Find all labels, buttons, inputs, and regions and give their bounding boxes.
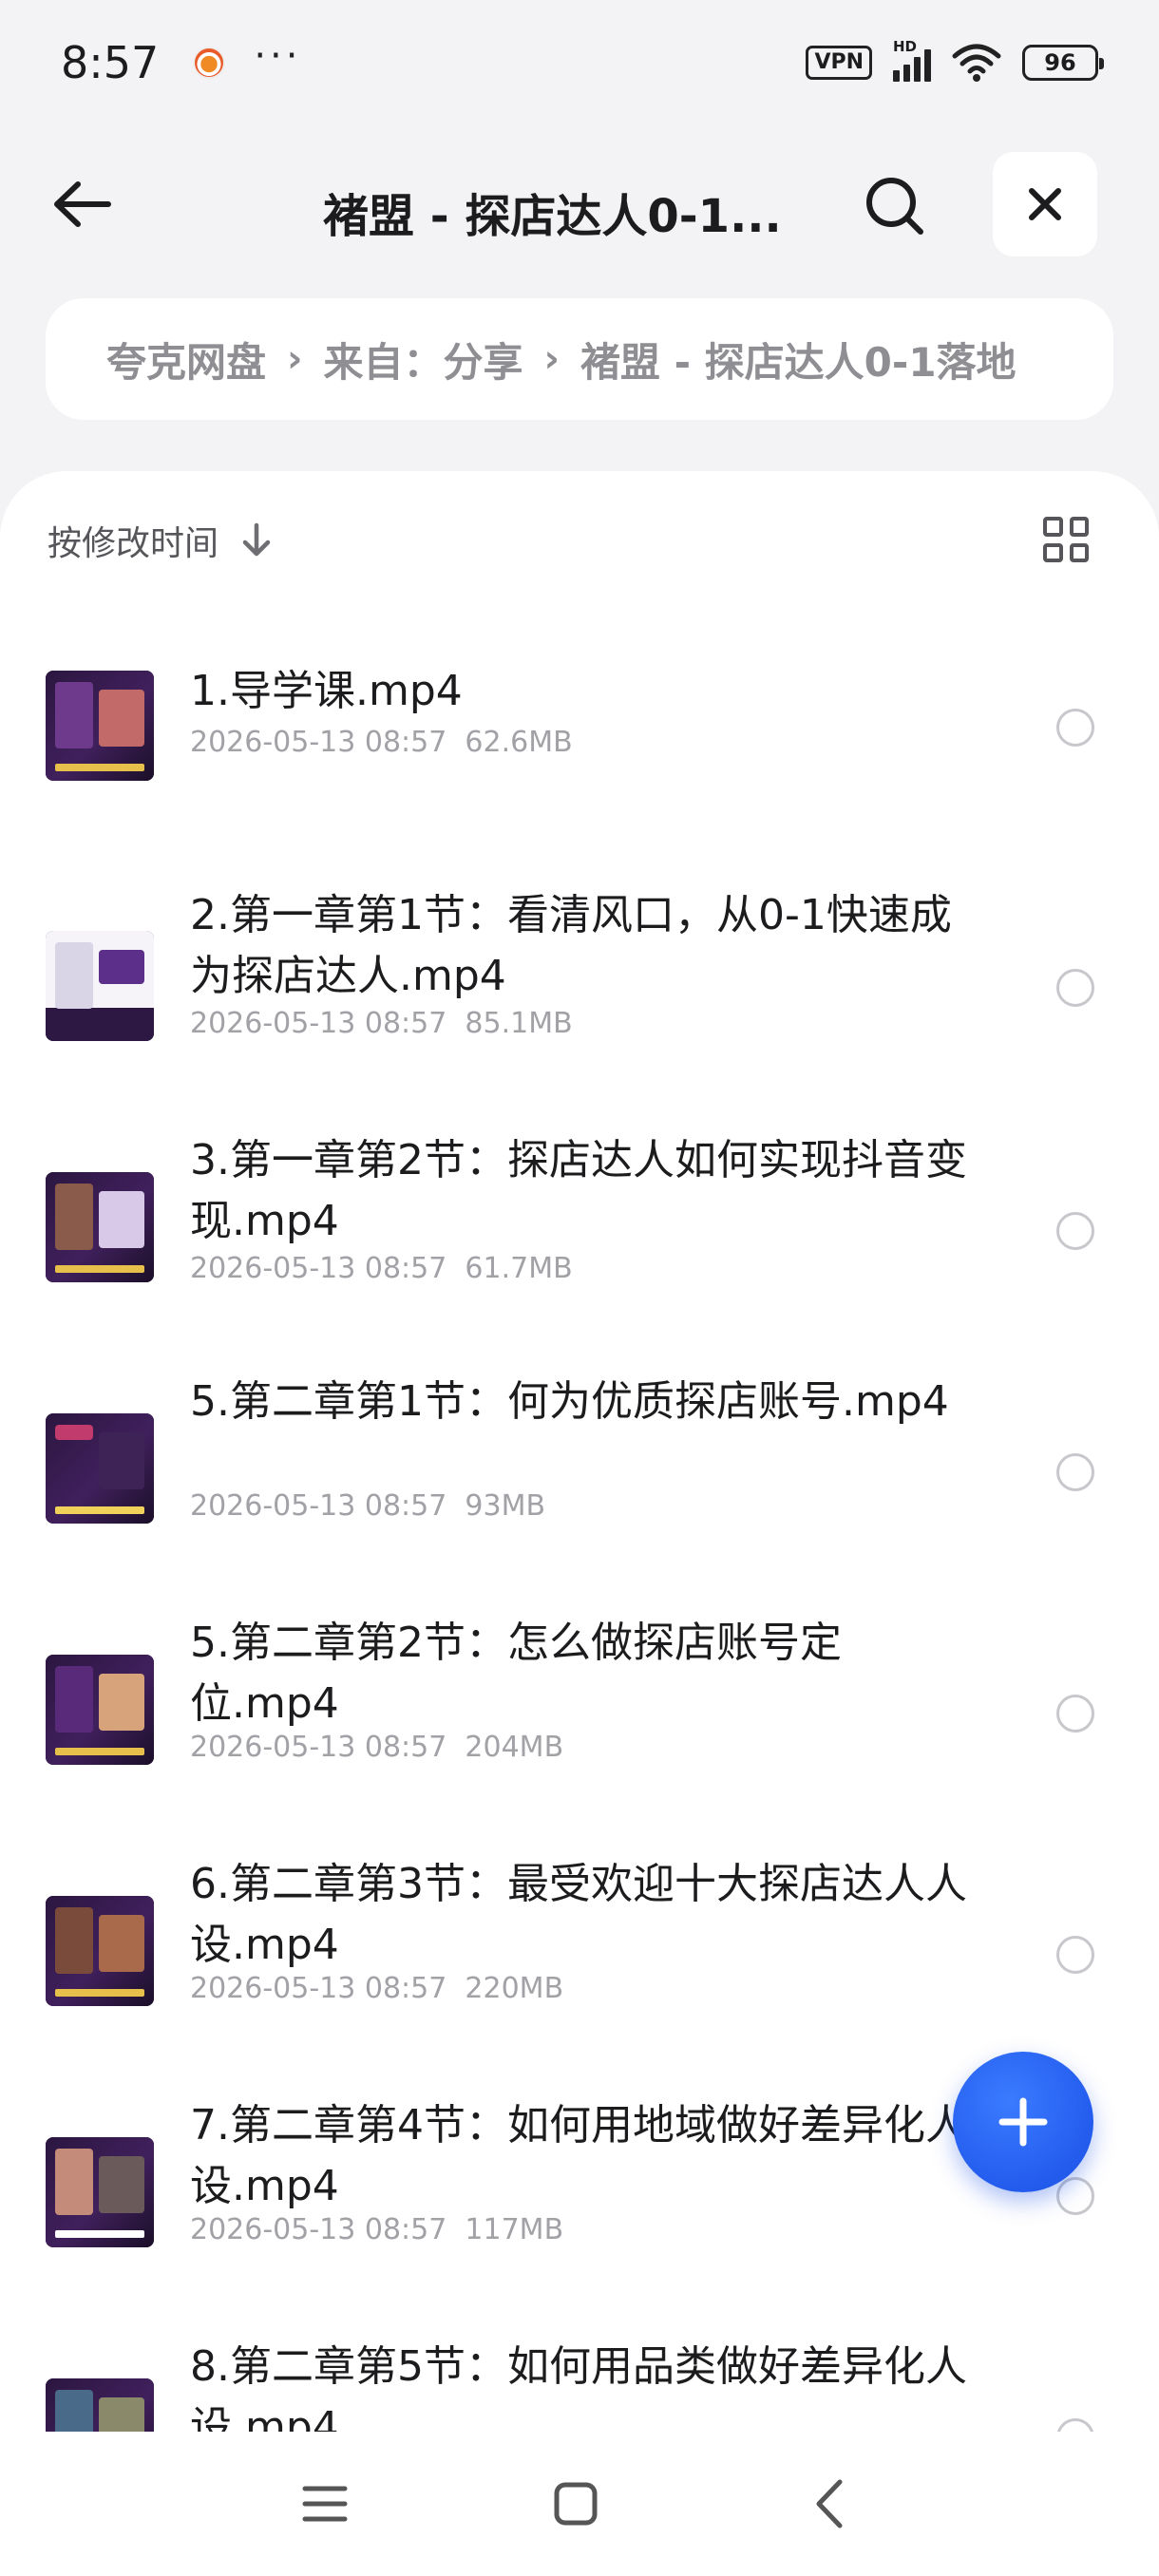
- file-size: 204MB: [465, 1731, 564, 1764]
- file-name: 7.第二章第4节：如何用地域做好差异化人设.mp4: [190, 2101, 967, 2210]
- menu-button[interactable]: [296, 2475, 353, 2532]
- file-date: 2026-05-13 08:57: [190, 2213, 447, 2246]
- file-name: 3.第一章第2节：探店达人如何实现抖音变现.mp4: [190, 1136, 967, 1245]
- select-radio[interactable]: [1056, 1936, 1094, 1974]
- app-notification-icon: [193, 47, 226, 79]
- list-item[interactable]: 5.第二章第2节：怎么做探店账号定位.mp4 2026-05-13 08:57 …: [0, 1617, 1159, 1858]
- select-radio[interactable]: [1056, 709, 1094, 747]
- breadcrumb: 夸克网盘 › 来自：分享 › 褚盟 - 探店达人0-1落地: [46, 298, 1113, 420]
- add-button[interactable]: [953, 2052, 1093, 2192]
- arrow-down-icon: [242, 522, 271, 557]
- vpn-icon: VPN: [806, 46, 872, 80]
- chevron-right-icon: ›: [543, 337, 560, 381]
- video-thumbnail: [46, 2137, 154, 2247]
- sort-button[interactable]: 按修改时间: [48, 517, 274, 564]
- more-notifications-icon: ···: [254, 34, 302, 78]
- back-icon: [816, 2479, 843, 2529]
- plus-icon: [998, 2097, 1048, 2147]
- video-thumbnail: [46, 671, 154, 781]
- file-date: 2026-05-13 08:57: [190, 1489, 447, 1523]
- video-thumbnail: [46, 1172, 154, 1282]
- search-icon: [866, 178, 923, 235]
- network-type-label: HD: [893, 38, 918, 55]
- wifi-icon: [952, 44, 1001, 82]
- file-meta: 2026-05-13 08:57 85.1MB: [190, 1007, 573, 1040]
- arrow-left-icon: [54, 181, 111, 227]
- file-name: 5.第二章第1节：何为优质探店账号.mp4: [190, 1377, 949, 1426]
- file-meta: 2026-05-13 08:57 117MB: [190, 2213, 563, 2246]
- file-meta: 2026-05-13 08:57 220MB: [190, 1972, 563, 2005]
- select-radio[interactable]: [1056, 1695, 1094, 1733]
- list-item[interactable]: 3.第一章第2节：探店达人如何实现抖音变现.mp4 2026-05-13 08:…: [0, 1134, 1159, 1375]
- list-item[interactable]: 5.第二章第1节：何为优质探店账号.mp4 2026-05-13 08:57 9…: [0, 1375, 1159, 1617]
- close-icon: [1029, 188, 1061, 220]
- menu-icon: [302, 2486, 348, 2522]
- file-meta: 2026-05-13 08:57 204MB: [190, 1731, 563, 1764]
- file-name: 5.第二章第2节：怎么做探店账号定位.mp4: [190, 1619, 842, 1728]
- file-date: 2026-05-13 08:57: [190, 1252, 447, 1285]
- status-time: 8:57: [61, 37, 160, 88]
- file-size: 62.6MB: [465, 726, 573, 759]
- video-thumbnail: [46, 1655, 154, 1765]
- file-name: 2.第一章第1节：看清风口，从0-1快速成为探店达人.mp4: [190, 891, 952, 1000]
- page-title: 褚盟 - 探店达人0-1...: [323, 190, 782, 243]
- file-size: 117MB: [465, 2213, 564, 2246]
- file-date: 2026-05-13 08:57: [190, 1731, 447, 1764]
- status-bar: 8:57 ··· VPN HD 96: [0, 0, 1159, 125]
- sort-label: 按修改时间: [48, 524, 219, 563]
- list-item[interactable]: 2.第一章第1节：看清风口，从0-1快速成为探店达人.mp4 2026-05-1…: [0, 891, 1159, 1134]
- search-button[interactable]: [855, 166, 935, 246]
- file-size: 61.7MB: [465, 1252, 573, 1285]
- file-size: 85.1MB: [465, 1007, 573, 1040]
- select-radio[interactable]: [1056, 1212, 1094, 1250]
- breadcrumb-item-current[interactable]: 褚盟 - 探店达人0-1落地: [580, 331, 1016, 388]
- breadcrumb-item-share[interactable]: 来自：分享: [324, 331, 523, 388]
- battery-level: 96: [1044, 49, 1076, 76]
- video-thumbnail: [46, 931, 154, 1041]
- file-meta: 2026-05-13 08:57 62.6MB: [190, 726, 573, 759]
- home-button[interactable]: [547, 2475, 604, 2532]
- header: 褚盟 - 探店达人0-1...: [0, 152, 1159, 256]
- back-button[interactable]: [44, 166, 120, 242]
- video-thumbnail: [46, 1413, 154, 1524]
- select-radio[interactable]: [1056, 969, 1094, 1007]
- breadcrumb-item-root[interactable]: 夸克网盘: [106, 331, 266, 388]
- video-thumbnail: [46, 1896, 154, 2006]
- file-meta: 2026-05-13 08:57 93MB: [190, 1489, 545, 1523]
- file-meta: 2026-05-13 08:57 61.7MB: [190, 1252, 573, 1285]
- select-radio[interactable]: [1056, 2177, 1094, 2215]
- back-nav-button[interactable]: [800, 2475, 857, 2532]
- select-radio[interactable]: [1056, 1453, 1094, 1491]
- system-nav-bar: [0, 2432, 1159, 2576]
- file-date: 2026-05-13 08:57: [190, 726, 447, 759]
- file-name: 6.第二章第3节：最受欢迎十大探店达人人设.mp4: [190, 1860, 967, 1969]
- grid-view-icon[interactable]: [1043, 517, 1089, 562]
- file-panel: 按修改时间 1.导学课.mp4 2026-05-13 08:57 62.6MB …: [0, 471, 1159, 2576]
- file-list: 1.导学课.mp4 2026-05-13 08:57 62.6MB 2.第一章第…: [0, 652, 1159, 2576]
- list-item[interactable]: 1.导学课.mp4 2026-05-13 08:57 62.6MB: [0, 652, 1159, 893]
- file-name: 1.导学课.mp4: [190, 667, 463, 715]
- battery-icon: 96: [1022, 45, 1104, 81]
- file-size: 93MB: [465, 1489, 546, 1523]
- close-button[interactable]: [993, 152, 1097, 256]
- file-date: 2026-05-13 08:57: [190, 1972, 447, 2005]
- chevron-right-icon: ›: [287, 337, 303, 381]
- file-size: 220MB: [465, 1972, 564, 2005]
- file-date: 2026-05-13 08:57: [190, 1007, 447, 1040]
- home-icon: [554, 2482, 598, 2526]
- signal-icon: HD: [893, 38, 931, 82]
